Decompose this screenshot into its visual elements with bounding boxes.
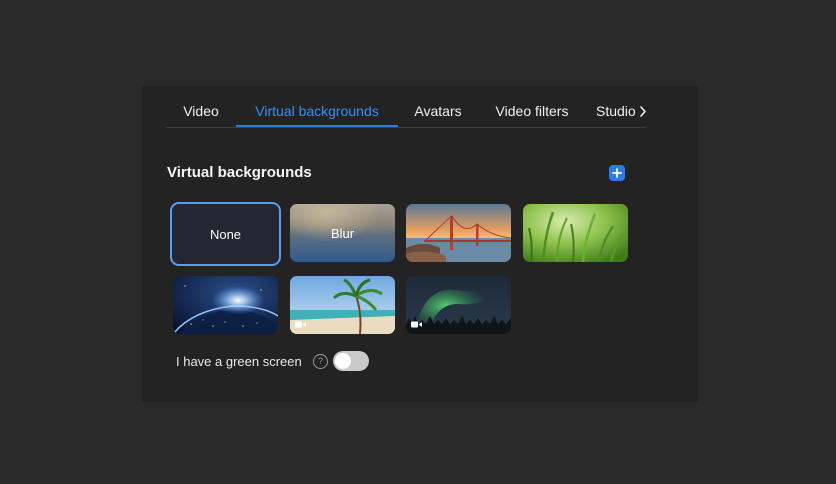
background-none-label: None bbox=[209, 226, 242, 242]
background-northern-lights[interactable] bbox=[406, 276, 511, 334]
tab-video-filters[interactable]: Video filters bbox=[484, 96, 580, 125]
toggle-knob bbox=[335, 353, 351, 369]
tab-avatars[interactable]: Avatars bbox=[407, 96, 469, 125]
grass-image bbox=[523, 204, 628, 262]
background-golden-gate-bridge[interactable] bbox=[406, 204, 511, 262]
earth-from-space-image bbox=[173, 276, 278, 334]
add-background-button[interactable] bbox=[609, 165, 625, 181]
background-grass[interactable] bbox=[523, 204, 628, 262]
tab-bar: Video Virtual backgrounds Avatars Video … bbox=[166, 96, 646, 128]
green-screen-label: I have a green screen bbox=[176, 354, 302, 369]
background-blur[interactable]: Blur bbox=[290, 204, 395, 262]
golden-gate-bridge-image bbox=[406, 204, 511, 262]
chevron-right-icon[interactable] bbox=[636, 96, 650, 127]
background-none[interactable]: None bbox=[170, 202, 281, 266]
video-camera-icon bbox=[295, 321, 306, 328]
question-mark-icon[interactable]: ? bbox=[313, 354, 328, 369]
section-title: Virtual backgrounds bbox=[167, 164, 312, 181]
tab-virtual-backgrounds[interactable]: Virtual backgrounds bbox=[236, 96, 398, 127]
tab-video[interactable]: Video bbox=[175, 96, 227, 125]
video-camera-icon bbox=[411, 321, 422, 328]
background-beach[interactable] bbox=[290, 276, 395, 334]
plus-icon bbox=[612, 168, 622, 178]
green-screen-toggle[interactable] bbox=[333, 351, 369, 371]
background-blur-label: Blur bbox=[330, 225, 355, 241]
background-earth-from-space[interactable] bbox=[173, 276, 278, 334]
